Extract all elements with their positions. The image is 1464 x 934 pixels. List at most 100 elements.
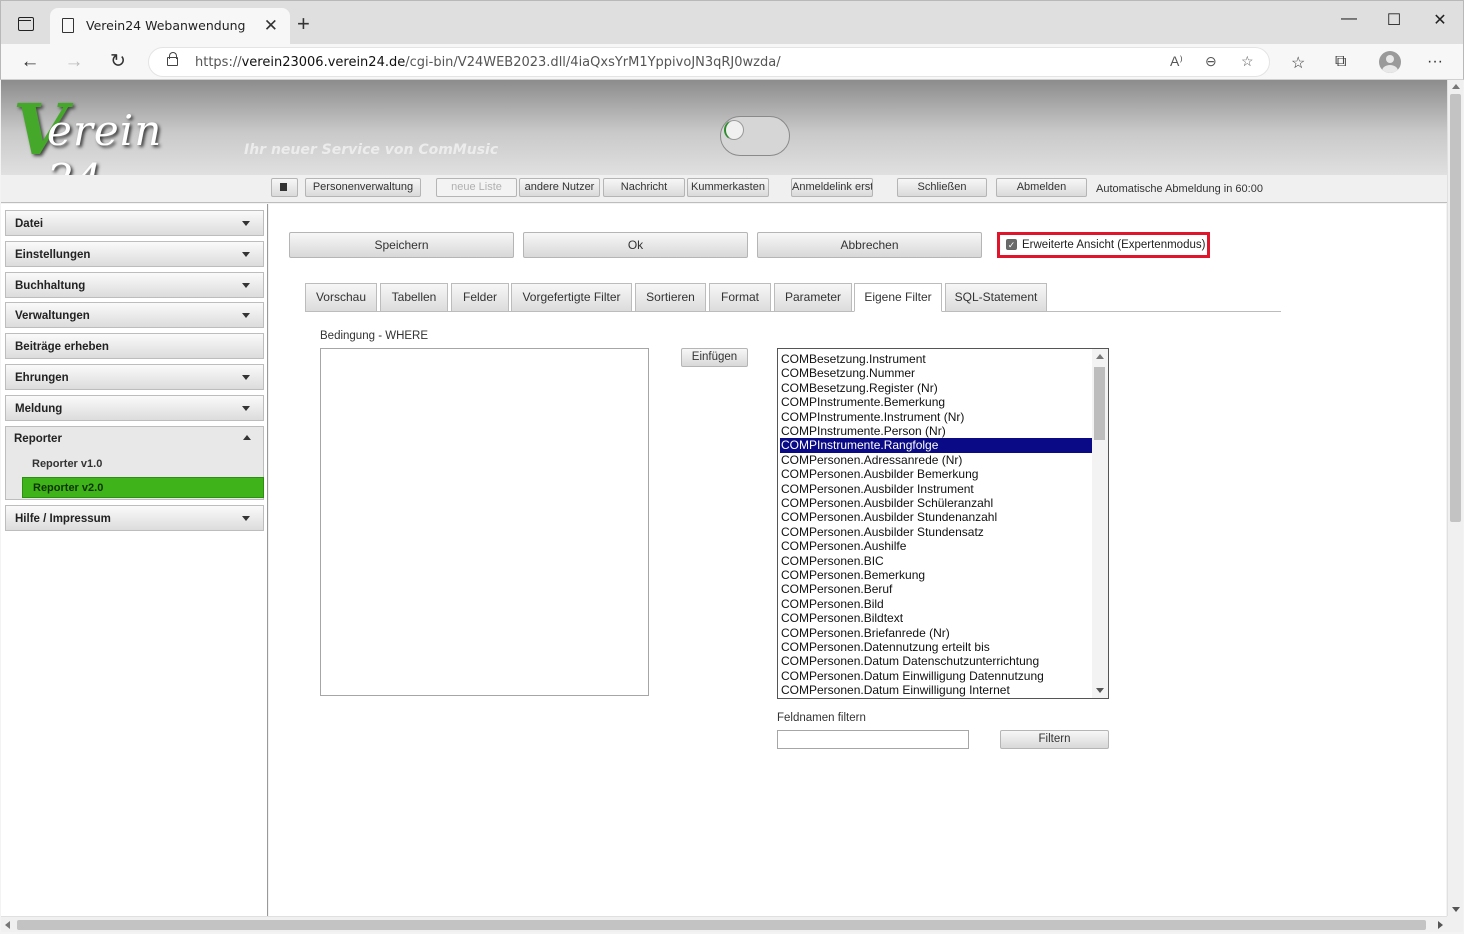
nachricht-button[interactable]: Nachricht bbox=[603, 178, 685, 197]
back-icon[interactable]: ← bbox=[17, 49, 43, 75]
stop-button[interactable] bbox=[271, 178, 298, 197]
field-option[interactable]: COMPersonen.Ausbilder Stundensatz bbox=[780, 525, 1092, 539]
scroll-right-icon[interactable] bbox=[1438, 921, 1443, 929]
field-option[interactable]: COMPInstrumente.Instrument (Nr) bbox=[780, 410, 1092, 424]
field-option[interactable]: COMPersonen.Bemerkung bbox=[780, 568, 1092, 582]
field-option[interactable]: COMPInstrumente.Rangfolge bbox=[780, 438, 1092, 453]
browser-tab[interactable]: Verein24 Webanwendung ✕ bbox=[50, 8, 290, 45]
field-option[interactable]: COMPInstrumente.Person (Nr) bbox=[780, 424, 1092, 438]
insert-button[interactable]: Einfügen bbox=[681, 348, 748, 367]
sidebar-toggle-icon[interactable] bbox=[18, 17, 34, 31]
reload-icon[interactable]: ↻ bbox=[105, 49, 131, 75]
expert-mode-checkbox[interactable]: ✓ bbox=[1006, 239, 1017, 250]
field-option[interactable]: COMPersonen.Bild bbox=[780, 597, 1092, 611]
sidebar-item-reporter[interactable]: Reporter bbox=[5, 426, 264, 452]
field-filter-input[interactable] bbox=[777, 730, 969, 749]
field-option[interactable]: COMPersonen.Datum Einwilligung Internet bbox=[780, 683, 1092, 697]
url-field[interactable]: https://verein23006.verein24.de/cgi-bin/… bbox=[148, 47, 1270, 77]
field-option[interactable]: COMPersonen.Aushilfe bbox=[780, 539, 1092, 553]
field-option[interactable]: COMPersonen.Ausbilder Schüleranzahl bbox=[780, 496, 1092, 510]
field-option[interactable]: COMPersonen.Datennutzung erteilt bis bbox=[780, 640, 1092, 654]
window-close-icon[interactable]: ✕ bbox=[1425, 10, 1455, 30]
tab-parameter[interactable]: Parameter bbox=[774, 283, 852, 312]
tab-tabellen[interactable]: Tabellen bbox=[380, 283, 448, 312]
abmelden-button[interactable]: Abmelden bbox=[996, 178, 1087, 197]
field-option[interactable]: COMBesetzung.Nummer bbox=[780, 366, 1092, 380]
personenverwaltung-button[interactable]: Personenverwaltung bbox=[305, 178, 421, 197]
field-option[interactable]: COMPInstrumente.Bemerkung bbox=[780, 395, 1092, 409]
profile-avatar-icon[interactable] bbox=[1379, 51, 1401, 73]
minimize-icon[interactable]: — bbox=[1334, 10, 1364, 28]
forward-icon[interactable]: → bbox=[61, 49, 87, 75]
where-condition-input[interactable] bbox=[320, 348, 649, 696]
field-option[interactable]: COMPersonen.Bildtext bbox=[780, 611, 1092, 625]
cancel-button[interactable]: Abbrechen bbox=[757, 232, 982, 258]
main-content: Speichern Ok Abbrechen ✓ Erweiterte Ansi… bbox=[269, 204, 1446, 916]
tab-format[interactable]: Format bbox=[709, 283, 771, 312]
field-option[interactable]: COMPersonen.Briefanrede (Nr) bbox=[780, 626, 1092, 640]
sidebar-subitem-reporter-v2[interactable]: Reporter v2.0 bbox=[22, 477, 264, 498]
page-horizontal-scrollbar[interactable] bbox=[1, 916, 1447, 932]
scroll-up-icon[interactable] bbox=[1096, 354, 1104, 359]
scroll-thumb[interactable] bbox=[1094, 367, 1105, 440]
sidebar-item-hilfe[interactable]: Hilfe / Impressum bbox=[5, 505, 264, 531]
sidebar-item-meldung[interactable]: Meldung bbox=[5, 395, 264, 421]
field-filter-label: Feldnamen filtern bbox=[777, 712, 866, 724]
collections-icon[interactable]: ⧉ bbox=[1335, 53, 1346, 71]
scroll-down-icon[interactable] bbox=[1096, 688, 1104, 693]
field-option[interactable]: COMBesetzung.Register (Nr) bbox=[780, 381, 1092, 395]
field-option[interactable]: COMPersonen.Adressanrede (Nr) bbox=[780, 453, 1092, 467]
anmeldelink-button[interactable]: Anmeldelink erst bbox=[791, 178, 873, 197]
favorites-icon[interactable]: ☆ bbox=[1291, 53, 1305, 73]
url-text[interactable]: https://verein23006.verein24.de/cgi-bin/… bbox=[195, 55, 781, 70]
neue-liste-button[interactable]: neue Liste bbox=[436, 178, 517, 197]
sidebar-item-beitraege[interactable]: Beiträge erheben bbox=[5, 333, 264, 359]
scroll-up-icon[interactable] bbox=[1452, 84, 1460, 89]
tab-sortieren[interactable]: Sortieren bbox=[635, 283, 706, 312]
tab-vorschau[interactable]: Vorschau bbox=[305, 283, 377, 312]
maximize-icon[interactable]: ☐ bbox=[1379, 10, 1409, 30]
field-option[interactable]: COMPersonen.Ausbilder Instrument bbox=[780, 482, 1092, 496]
sidebar-item-verwaltungen[interactable]: Verwaltungen bbox=[5, 302, 264, 328]
field-option[interactable]: COMPersonen.Beruf bbox=[780, 582, 1092, 596]
scroll-thumb[interactable] bbox=[1450, 94, 1461, 522]
tab-close-icon[interactable]: ✕ bbox=[264, 16, 278, 36]
sidebar-item-datei[interactable]: Datei bbox=[5, 210, 264, 236]
lock-icon[interactable] bbox=[167, 52, 178, 66]
field-option[interactable]: COMPersonen.Ausbilder Bemerkung bbox=[780, 467, 1092, 481]
tab-sql-statement[interactable]: SQL-Statement bbox=[945, 283, 1047, 312]
field-option[interactable]: COMBesetzung.Instrument bbox=[780, 352, 1092, 366]
sidebar-subitem-reporter-v1[interactable]: Reporter v1.0 bbox=[22, 454, 264, 475]
tab-vorgefertigte-filter[interactable]: Vorgefertigte Filter bbox=[511, 283, 632, 312]
add-favorite-icon[interactable]: ☆ bbox=[1241, 53, 1254, 70]
page-vertical-scrollbar[interactable] bbox=[1447, 80, 1463, 916]
zoom-icon[interactable]: ⊖ bbox=[1205, 53, 1217, 70]
tab-eigene-filter[interactable]: Eigene Filter bbox=[854, 283, 942, 312]
read-aloud-icon[interactable]: A⁾ bbox=[1170, 53, 1183, 70]
scroll-down-icon[interactable] bbox=[1452, 907, 1460, 912]
more-menu-icon[interactable]: ··· bbox=[1427, 53, 1443, 71]
schliessen-button[interactable]: Schließen bbox=[897, 178, 987, 197]
filter-button[interactable]: Filtern bbox=[1000, 730, 1109, 749]
where-label: Bedingung - WHERE bbox=[320, 330, 429, 342]
tab-felder[interactable]: Felder bbox=[451, 283, 509, 312]
kummerkasten-button[interactable]: Kummerkasten bbox=[687, 178, 769, 197]
save-button[interactable]: Speichern bbox=[289, 232, 514, 258]
new-tab-button[interactable]: + bbox=[297, 11, 310, 37]
field-listbox[interactable]: COMPersonen.Datum Einwilligung Internet C… bbox=[777, 348, 1109, 699]
field-option[interactable]: COMPersonen.Datum Einwilligung Datennutz… bbox=[780, 669, 1092, 683]
sidebar: Datei Einstellungen Buchhaltung Verwaltu… bbox=[1, 204, 268, 916]
scroll-left-icon[interactable] bbox=[5, 921, 10, 929]
scroll-thumb[interactable] bbox=[17, 920, 1426, 930]
sidebar-item-einstellungen[interactable]: Einstellungen bbox=[5, 241, 264, 267]
theme-toggle[interactable] bbox=[720, 116, 790, 156]
ok-button[interactable]: Ok bbox=[523, 232, 748, 258]
field-option[interactable]: COMPersonen.Datum Datenschutzunterrichtu… bbox=[780, 654, 1092, 668]
expert-mode-label[interactable]: Erweiterte Ansicht (Expertenmodus) bbox=[1022, 239, 1205, 251]
sidebar-item-ehrungen[interactable]: Ehrungen bbox=[5, 364, 264, 390]
listbox-scrollbar[interactable] bbox=[1092, 349, 1108, 698]
andere-nutzer-button[interactable]: andere Nutzer bbox=[519, 178, 600, 197]
field-option[interactable]: COMPersonen.Ausbilder Stundenanzahl bbox=[780, 510, 1092, 524]
sidebar-item-buchhaltung[interactable]: Buchhaltung bbox=[5, 272, 264, 298]
field-option[interactable]: COMPersonen.BIC bbox=[780, 554, 1092, 568]
